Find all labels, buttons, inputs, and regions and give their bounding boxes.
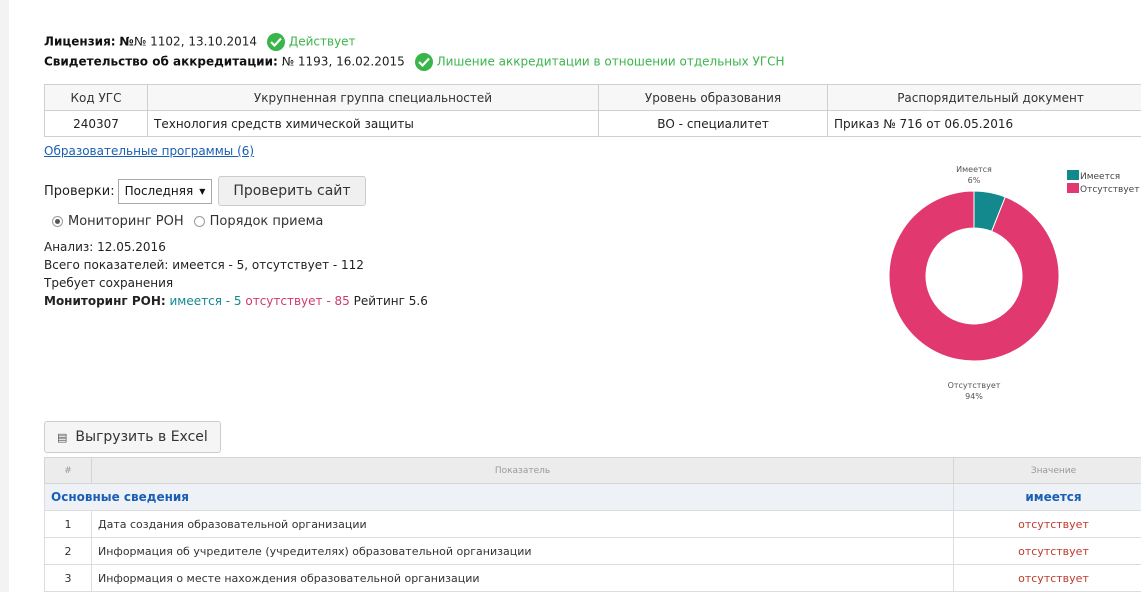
educational-programs-link[interactable]: Образовательные программы (6) bbox=[44, 144, 254, 158]
monitoring-summary: Мониторинг РОН: имеется - 5 отсутствует … bbox=[44, 294, 428, 308]
radio-checked-icon[interactable] bbox=[52, 216, 63, 227]
order-document: Приказ № 716 от 06.05.2016 bbox=[827, 110, 1141, 137]
radio-admission-order[interactable]: Порядок приема bbox=[193, 214, 324, 229]
left-sidebar-strip bbox=[0, 0, 9, 592]
check-circle-icon bbox=[414, 53, 433, 71]
row-number: 3 bbox=[44, 564, 92, 592]
radio-label: Мониторинг РОН bbox=[68, 214, 184, 229]
analysis-total: Всего показателей: имеется - 5, отсутств… bbox=[44, 258, 364, 272]
indicator-value: отсутствует bbox=[953, 510, 1141, 538]
donut-chart: Имеется 6% Отсутствует 94% Имеется Отсутствуе… bbox=[870, 158, 1141, 428]
legend-swatch-2 bbox=[1067, 183, 1079, 193]
analysis-save-required: Требует сохранения bbox=[44, 276, 174, 290]
license-line: Лицензия: №№ 1102, 13.10.2014 Действует bbox=[44, 33, 356, 51]
export-excel-button[interactable]: ▤ Выгрузить в Excel bbox=[44, 421, 221, 453]
table-row: 1 Дата создания образовательной организа… bbox=[44, 510, 1141, 538]
slice-value-label-1: 6% bbox=[968, 176, 981, 185]
accreditation-label: Свидетельство об аккредитации: bbox=[44, 54, 278, 69]
indicator-name: Информация о месте нахождения образовате… bbox=[91, 564, 954, 592]
slice-value-label-2: 94% bbox=[965, 392, 983, 401]
license-status: Действует bbox=[288, 34, 356, 49]
analysis-date: Анализ: 12.05.2016 bbox=[44, 240, 166, 254]
radio-monitoring-ron[interactable]: Мониторинг РОН bbox=[52, 214, 184, 229]
legend-label-1: Имеется bbox=[1080, 172, 1120, 182]
indicator-name: Дата создания образовательной организаци… bbox=[91, 510, 954, 538]
indicator-value: отсутствует bbox=[953, 564, 1141, 592]
ugs-table: Код УГС Укрупненная группа специальносте… bbox=[44, 84, 1141, 137]
column-header: Уровень образования bbox=[598, 84, 828, 111]
checks-select[interactable]: Последняя ▼ bbox=[117, 178, 213, 204]
column-header: Распорядительный документ bbox=[827, 84, 1141, 111]
license-label: Лицензия: bbox=[44, 34, 116, 49]
checks-row: Проверки: Последняя ▼ Проверить сайт bbox=[44, 176, 366, 206]
check-site-button[interactable]: Проверить сайт bbox=[218, 176, 366, 206]
checks-label: Проверки: bbox=[44, 183, 115, 199]
column-header: Код УГС bbox=[44, 84, 148, 111]
pie-slice-2 bbox=[888, 190, 1060, 362]
ugs-code: 240307 bbox=[44, 110, 148, 137]
column-header: Укрупненная группа специальностей bbox=[147, 84, 599, 111]
education-level: ВО - специалитет bbox=[598, 110, 828, 137]
section-row[interactable]: Основные сведения имеется bbox=[44, 483, 1141, 511]
accreditation-line: Свидетельство об аккредитации: № 1193, 1… bbox=[44, 53, 785, 71]
legend-label-2: Отсутствует bbox=[1080, 185, 1139, 195]
ugs-name: Технология средств химической защиты bbox=[147, 110, 599, 137]
slice-label-1: Имеется bbox=[956, 165, 992, 174]
accreditation-status: Лишение аккредитации в отношении отдельн… bbox=[436, 54, 785, 69]
export-excel-label: Выгрузить в Excel bbox=[75, 429, 208, 445]
license-value: № 1102, 13.10.2014 bbox=[133, 34, 258, 49]
column-header: Значение bbox=[953, 457, 1141, 484]
monitoring-missing: отсутствует - 85 bbox=[245, 294, 350, 308]
slice-label-2: Отсутствует bbox=[948, 381, 1001, 390]
radio-unchecked-icon[interactable] bbox=[193, 216, 205, 227]
checks-selected-value: Последняя bbox=[124, 184, 194, 198]
monitoring-rating: Рейтинг 5.6 bbox=[353, 294, 428, 308]
monitoring-has: имеется - 5 bbox=[169, 294, 242, 308]
column-header: # bbox=[44, 457, 92, 484]
table-row: 240307 Технология средств химической защ… bbox=[44, 110, 1141, 137]
ugs-table-header: Код УГС Укрупненная группа специальносте… bbox=[44, 84, 1141, 111]
indicator-name: Информация об учредителе (учредителях) о… bbox=[91, 537, 954, 565]
mode-radio-group: Мониторинг РОН Порядок приема bbox=[52, 214, 333, 229]
indicator-value: отсутствует bbox=[953, 537, 1141, 565]
table-row: 3 Информация о месте нахождения образова… bbox=[44, 564, 1141, 592]
indicators-header: # Показатель Значение bbox=[44, 457, 1141, 484]
indicators-table: # Показатель Значение Основные сведения … bbox=[44, 457, 1141, 592]
accreditation-value: № 1193, 16.02.2015 bbox=[281, 54, 405, 69]
legend-swatch-1 bbox=[1067, 170, 1079, 180]
list-icon: ▤ bbox=[57, 430, 68, 444]
monitoring-label: Мониторинг РОН: bbox=[44, 294, 166, 308]
section-value: имеется bbox=[953, 483, 1141, 511]
row-number: 1 bbox=[44, 510, 92, 538]
column-header: Показатель bbox=[91, 457, 954, 484]
section-label: Основные сведения bbox=[44, 483, 954, 511]
caret-down-icon: ▼ bbox=[199, 186, 206, 196]
table-row: 2 Информация об учредителе (учредителях)… bbox=[44, 537, 1141, 565]
radio-label: Порядок приема bbox=[209, 214, 324, 229]
row-number: 2 bbox=[44, 537, 92, 565]
check-circle-icon bbox=[266, 33, 285, 51]
donut-chart-svg: Имеется 6% Отсутствует 94% Имеется Отсутствуе… bbox=[888, 165, 1139, 401]
